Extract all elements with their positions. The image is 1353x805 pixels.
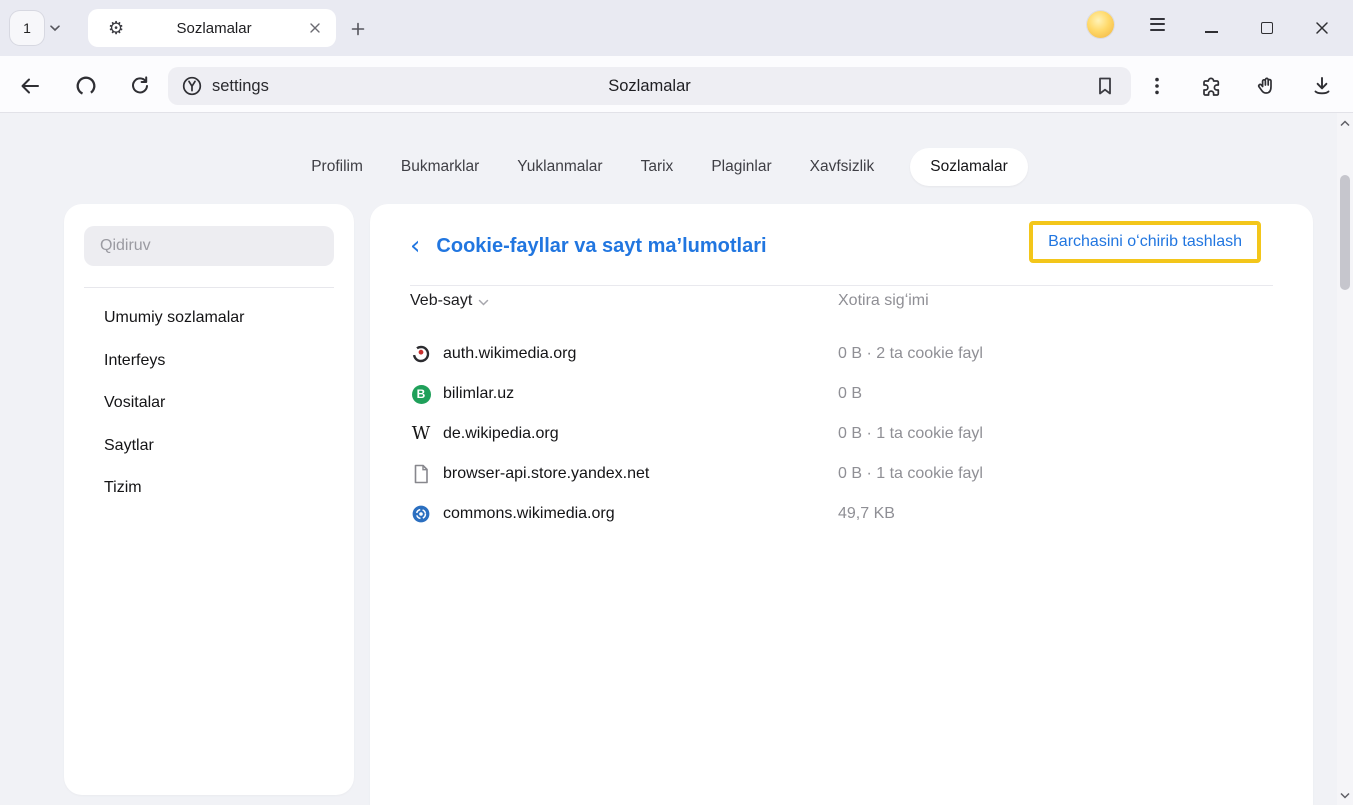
close-window-button[interactable] [1306, 12, 1338, 44]
hand-gesture-icon[interactable] [1252, 72, 1280, 100]
chevron-down-icon[interactable] [49, 24, 61, 32]
back-button[interactable] [16, 72, 44, 100]
sidebar-item-tizim[interactable]: Tizim [104, 467, 334, 510]
divider [410, 285, 1273, 286]
scrollbar-thumb[interactable] [1340, 175, 1350, 290]
nav-tab-profilim[interactable]: Profilim [309, 149, 365, 185]
site-table: auth.wikimedia.org 0 B · 2 ta cookie fay… [410, 334, 1273, 534]
site-name: auth.wikimedia.org [443, 345, 576, 363]
column-site-label: Veb-sayt [410, 292, 472, 310]
storage-value: 0 B · 1 ta cookie fayl [838, 465, 983, 483]
scroll-up-icon[interactable] [1337, 115, 1353, 131]
site-name: browser-api.store.yandex.net [443, 465, 649, 483]
sort-chevron-icon [478, 299, 489, 306]
extensions-puzzle-icon[interactable] [1197, 72, 1225, 100]
tab-strip: 1 ⚙ Sozlamalar [0, 0, 1353, 56]
reload-icon[interactable] [126, 72, 154, 100]
gear-icon: ⚙ [108, 18, 124, 39]
browser-window: 1 ⚙ Sozlamalar setti [0, 0, 1353, 805]
profile-avatar[interactable] [1087, 11, 1114, 38]
storage-value: 0 B [838, 385, 862, 403]
column-site[interactable]: Veb-sayt [410, 292, 489, 310]
cookies-panel: ‹ Cookie-fayllar va sayt ma’lumotlari Ba… [370, 204, 1313, 805]
scroll-down-icon[interactable] [1337, 787, 1353, 803]
wikipedia-w-icon: W [410, 423, 432, 445]
table-header: Veb-sayt Xotira sigʻimi [410, 292, 1273, 318]
table-row[interactable]: B bilimlar.uz 0 B [410, 374, 1273, 414]
page-title: Sozlamalar [168, 67, 1131, 105]
nav-tab-plaginlar[interactable]: Plaginlar [709, 149, 773, 185]
divider [84, 287, 334, 288]
b-letter-icon: B [410, 383, 432, 405]
nav-tab-sozlamalar[interactable]: Sozlamalar [910, 148, 1028, 186]
storage-value: 0 B · 1 ta cookie fayl [838, 425, 983, 443]
yandex-browser-icon[interactable] [72, 72, 100, 100]
table-row[interactable]: commons.wikimedia.org 49,7 KB [410, 494, 1273, 534]
bookmark-icon[interactable] [1093, 74, 1117, 98]
downloads-icon[interactable] [1308, 72, 1336, 100]
storage-value: 49,7 KB [838, 505, 895, 523]
tab-count[interactable]: 1 [10, 11, 44, 45]
more-options-icon[interactable] [1143, 72, 1171, 100]
tab-counter[interactable]: 1 [10, 11, 61, 45]
panel-header: ‹ Cookie-fayllar va sayt ma’lumotlari [410, 224, 767, 268]
panel-title: Cookie-fayllar va sayt ma’lumotlari [436, 235, 766, 258]
table-row[interactable]: auth.wikimedia.org 0 B · 2 ta cookie fay… [410, 334, 1273, 374]
storage-value: 0 B · 2 ta cookie fayl [838, 345, 983, 363]
tab-close-icon[interactable] [304, 17, 326, 39]
back-chevron-icon[interactable]: ‹ [410, 233, 420, 259]
maximize-button[interactable] [1251, 12, 1283, 44]
new-tab-button[interactable] [346, 17, 370, 41]
site-name: commons.wikimedia.org [443, 505, 615, 523]
nav-tab-tarix[interactable]: Tarix [639, 149, 676, 185]
commons-globe-icon [410, 503, 432, 525]
wikimedia-icon [410, 343, 432, 365]
nav-tab-xavfsizlik[interactable]: Xavfsizlik [808, 149, 877, 185]
sidebar-item-vositalar[interactable]: Vositalar [104, 382, 334, 425]
table-row[interactable]: W de.wikipedia.org 0 B · 1 ta cookie fay… [410, 414, 1273, 454]
address-bar[interactable]: settings Sozlamalar [168, 67, 1131, 105]
search-input[interactable] [84, 226, 334, 266]
document-icon [410, 463, 432, 485]
sidebar-menu: Umumiy sozlamalar Interfeys Vositalar Sa… [104, 297, 334, 510]
site-name: de.wikipedia.org [443, 425, 559, 443]
settings-nav: Profilim Bukmarklar Yuklanmalar Tarix Pl… [0, 142, 1337, 192]
page-scrollbar[interactable] [1337, 113, 1353, 805]
sidebar-item-saytlar[interactable]: Saytlar [104, 425, 334, 468]
sidebar-item-umumiy[interactable]: Umumiy sozlamalar [104, 297, 334, 340]
url-text[interactable]: settings [212, 67, 269, 105]
table-row[interactable]: browser-api.store.yandex.net 0 B · 1 ta … [410, 454, 1273, 494]
browser-tab[interactable]: ⚙ Sozlamalar [88, 9, 336, 47]
settings-sidebar: Umumiy sozlamalar Interfeys Vositalar Sa… [64, 204, 354, 795]
site-name: bilimlar.uz [443, 385, 514, 403]
highlight-annotation: Barchasini oʻchirib tashlash [1029, 221, 1261, 263]
column-storage: Xotira sigʻimi [838, 292, 929, 310]
nav-tab-bukmarklar[interactable]: Bukmarklar [399, 149, 481, 185]
hamburger-menu-icon[interactable] [1147, 18, 1167, 38]
yandex-url-icon [180, 74, 204, 98]
tab-title: Sozlamalar [124, 20, 304, 37]
settings-page: Profilim Bukmarklar Yuklanmalar Tarix Pl… [0, 113, 1337, 805]
nav-tab-yuklanmalar[interactable]: Yuklanmalar [515, 149, 604, 185]
delete-all-button[interactable]: Barchasini oʻchirib tashlash [1033, 225, 1257, 259]
minimize-button[interactable] [1195, 12, 1227, 44]
sidebar-item-interfeys[interactable]: Interfeys [104, 340, 334, 383]
